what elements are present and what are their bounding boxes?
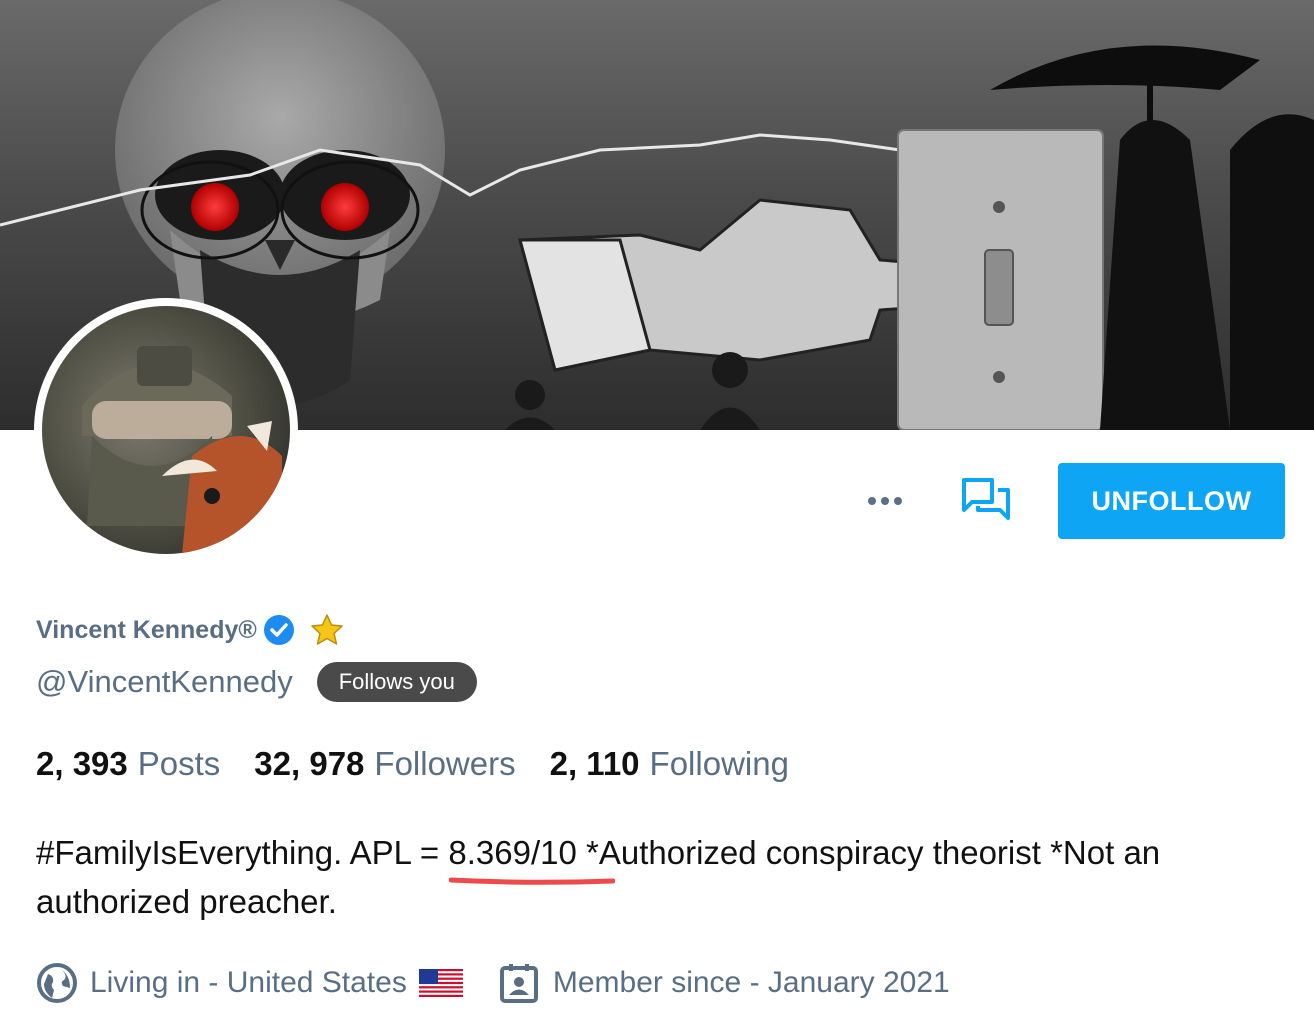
profile-stats: 2, 393 Posts 32, 978 Followers 2, 110 Follo… <box>36 745 789 783</box>
followers-count: 32, 978 <box>254 745 365 782</box>
globe-icon <box>36 962 78 1004</box>
following-count: 2, 110 <box>549 745 640 782</box>
location-text: Living in - United States <box>90 966 407 999</box>
user-handle: @VincentKennedy <box>36 664 293 699</box>
avatar-illustration <box>82 346 282 554</box>
unfollow-button[interactable]: UNFOLLOW <box>1058 463 1285 539</box>
bio-highlight: 8.369/10 <box>448 834 577 871</box>
dot <box>868 497 876 505</box>
name-row: Vincent Kennedy® <box>36 610 345 650</box>
verified-check-icon <box>263 614 295 646</box>
profile-avatar[interactable] <box>34 298 298 562</box>
follows-you-badge: Follows you <box>316 662 477 702</box>
display-name: Vincent Kennedy® <box>36 615 257 644</box>
more-options-icon[interactable] <box>862 486 908 516</box>
avatar-photo <box>42 306 290 554</box>
us-flag-icon <box>418 969 463 997</box>
bio-text-start: #FamilyIsEverything. APL = <box>36 834 449 871</box>
member-since-text: Member since - January 2021 <box>552 966 950 999</box>
profile-meta: Living in - United States Member since -… <box>36 960 950 1006</box>
posts-stat[interactable]: 2, 393 Posts <box>36 745 220 783</box>
following-stat[interactable]: 2, 110 Following <box>550 745 789 783</box>
dot <box>894 497 902 505</box>
profile-bio: #FamilyIsEverything. APL = 8.369/10 *Aut… <box>36 828 1266 926</box>
followers-label: Followers <box>374 745 516 782</box>
following-label: Following <box>649 745 789 782</box>
handle-row: @VincentKennedy Follows you <box>36 658 477 706</box>
highlight-underline <box>449 877 615 885</box>
star-icon <box>309 612 345 648</box>
member-badge-icon <box>499 962 539 1004</box>
posts-count: 2, 393 <box>36 745 128 782</box>
followers-stat[interactable]: 32, 978 Followers <box>254 745 515 783</box>
message-chat-icon[interactable] <box>958 474 1014 528</box>
dot <box>881 497 889 505</box>
posts-label: Posts <box>137 745 221 782</box>
